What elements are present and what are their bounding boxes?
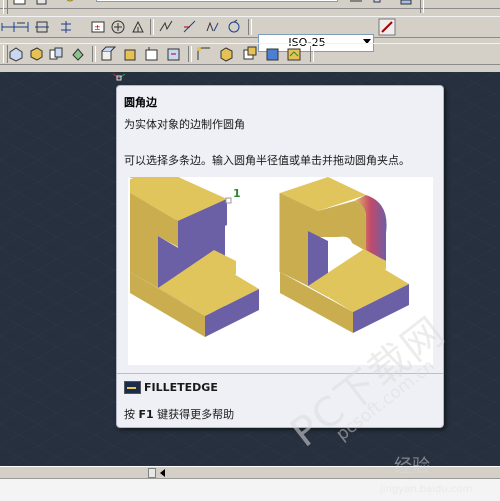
match-properties-icon[interactable]: [372, 0, 388, 8]
toolbar-dimension: ± ISO-25: [0, 16, 500, 52]
toolbar-separator: [310, 46, 314, 62]
dimension-text-edit-icon[interactable]: [204, 19, 220, 35]
inspect-icon[interactable]: [130, 19, 146, 35]
toolbar-area: 0 ±: [0, 0, 500, 72]
toolbar-solid-editing: [0, 43, 500, 65]
delete-faces-icon[interactable]: [166, 46, 182, 62]
color-edges-icon[interactable]: [264, 46, 280, 62]
help-suffix: 键获得更多帮助: [153, 408, 235, 421]
offset-faces-icon[interactable]: [144, 46, 160, 62]
tooltip-detail: 可以选择多条边。输入圆角半径值或单击并拖动圆角夹点。: [124, 154, 410, 167]
interfere-icon[interactable]: [70, 46, 86, 62]
layer-state-icon[interactable]: [34, 0, 50, 9]
scrollbar-thumb[interactable]: [148, 468, 156, 478]
tooltip-help-text: 按 F1 键获得更多帮助: [124, 406, 234, 422]
layer-manager-icon[interactable]: [12, 0, 28, 9]
toolbar-separator: [188, 46, 192, 62]
chamfer-edge-icon[interactable]: [218, 46, 234, 62]
tooltip-command-name: FILLETEDGE: [144, 381, 218, 394]
separate-icon[interactable]: [286, 46, 302, 62]
tooltip-title: 圆角边: [124, 96, 157, 109]
copy-edges-icon[interactable]: [242, 46, 258, 62]
toolbar-separator: [420, 0, 424, 13]
tooltip-description: 为实体对象的边制作圆角: [124, 118, 245, 131]
lightbulb-icon[interactable]: [62, 0, 78, 8]
layer-previous-icon[interactable]: [398, 0, 414, 8]
watermark-baidu-label: 经验: [394, 456, 430, 477]
watermark-baidu-url: jingyan.baidu.com: [380, 484, 473, 495]
svg-text:±: ±: [94, 23, 101, 32]
toolbar-separator: [92, 46, 96, 62]
continue-dimension-icon[interactable]: [58, 19, 74, 35]
edge-selection-number: 1: [233, 187, 241, 200]
dimension-update-icon[interactable]: [226, 19, 242, 35]
properties-icon[interactable]: [348, 0, 364, 8]
jogged-linear-icon[interactable]: [158, 19, 174, 35]
subtract-icon[interactable]: [28, 46, 44, 62]
move-faces-icon[interactable]: [122, 46, 138, 62]
command-line-icon: [124, 381, 141, 394]
scroll-left-icon[interactable]: [160, 469, 165, 477]
dimension-style-icon[interactable]: [378, 18, 396, 36]
toolbar-grip[interactable]: [3, 0, 8, 14]
center-mark-icon[interactable]: [110, 19, 126, 35]
solid-before-illustration: [129, 177, 259, 337]
edge-grip-marker: [225, 197, 232, 204]
ucs-icon: [112, 73, 126, 81]
toolbar-separator: [248, 19, 252, 35]
baseline-dimension-icon[interactable]: [34, 19, 50, 35]
linear-dimension-icon[interactable]: [13, 19, 29, 35]
layer-dropdown[interactable]: 0: [96, 0, 338, 2]
solid-after-illustration: [279, 177, 409, 333]
help-prefix: 按: [124, 408, 139, 421]
dimension-edit-icon[interactable]: [182, 19, 198, 35]
toolbar-layers: 0: [0, 0, 500, 14]
toolbar-separator: [150, 19, 154, 35]
tolerance-icon[interactable]: ±: [90, 19, 106, 35]
union-icon[interactable]: [8, 46, 24, 62]
intersect-icon[interactable]: [48, 46, 64, 62]
extrude-faces-icon[interactable]: [100, 46, 117, 62]
help-key: F1: [138, 408, 154, 421]
fillet-edge-icon[interactable]: [196, 46, 212, 62]
